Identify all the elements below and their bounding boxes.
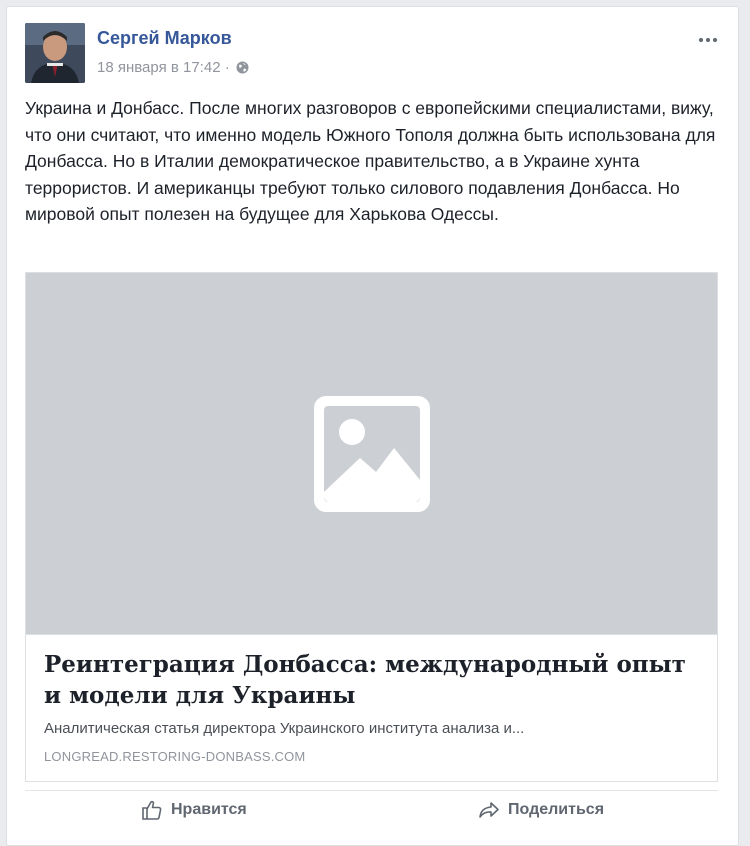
link-preview-card[interactable]: Реинтеграция Донбасса: международный опы… [25,272,718,782]
thumbs-up-icon [142,800,162,820]
post-text: Украина и Донбасс. После многих разговор… [25,98,716,224]
post-actions-bar: Нравится Поделиться [25,790,718,831]
link-domain: LONGREAD.RESTORING-DONBASS.COM [44,749,306,764]
globe-icon[interactable] [236,61,249,74]
avatar[interactable] [25,23,85,83]
link-preview-info[interactable]: Реинтеграция Донбасса: международный опы… [26,634,717,781]
like-button[interactable]: Нравится [141,799,247,821]
author-name[interactable]: Сергей Марков [97,28,232,49]
post-card: Сергей Марков 18 января в 17:42 · Украин… [6,6,739,846]
post-meta: 18 января в 17:42 · [97,59,249,76]
image-placeholder-icon [313,395,430,512]
more-options-button[interactable] [695,31,721,49]
ellipsis-icon [699,38,703,42]
link-description: Аналитическая статья директора Украинско… [44,720,525,737]
share-label: Поделиться [508,801,605,818]
avatar-image [25,23,85,83]
share-arrow-icon [479,802,499,818]
share-button[interactable]: Поделиться [478,799,604,821]
post-header: Сергей Марков 18 января в 17:42 · [25,23,725,83]
link-preview-image[interactable] [26,273,717,634]
post-timestamp[interactable]: 18 января в 17:42 · [97,59,230,76]
like-label: Нравится [171,801,247,818]
link-title[interactable]: Реинтеграция Донбасса: международный опы… [44,649,699,711]
